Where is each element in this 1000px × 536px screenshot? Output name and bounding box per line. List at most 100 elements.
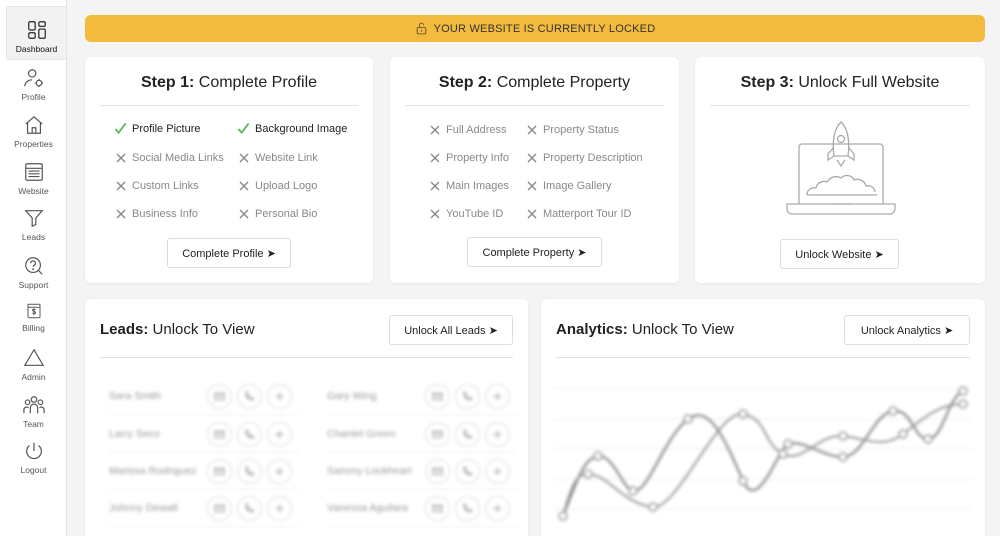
sidebar-item-website[interactable]: Website [0, 161, 67, 196]
complete-profile-button[interactable]: Complete Profile ➤ [167, 238, 291, 268]
sidebar-item-logout[interactable]: Logout [0, 440, 67, 475]
lead-actions [425, 495, 510, 521]
x-icon [237, 151, 250, 164]
phone-icon [455, 383, 480, 409]
row-divider [109, 489, 299, 490]
x-icon [114, 151, 127, 164]
chart-points [558, 386, 968, 521]
x-icon [237, 207, 250, 220]
mail-icon [207, 421, 232, 447]
x-icon [428, 179, 441, 192]
locked-banner: YOUR WEBSITE IS CURRENTLY LOCKED [85, 15, 985, 42]
lead-actions [425, 383, 510, 409]
sidebar-item-admin[interactable]: Admin [0, 347, 67, 382]
sidebar-item-billing[interactable]: Billing [0, 302, 67, 333]
checklist-item-label: Matterport Tour ID [543, 207, 632, 220]
lead-row: Sara Smith [109, 381, 292, 411]
checklist-item-label: Property Description [543, 151, 643, 164]
lead-row: Chantel Green [327, 419, 510, 449]
plus-icon [485, 458, 510, 484]
website-icon [24, 163, 43, 181]
plus-icon [267, 458, 292, 484]
unlock-website-button[interactable]: Unlock Website ➤ [780, 239, 899, 269]
checklist-item-image-gallery: Image Gallery [525, 179, 611, 192]
checklist-item-background-image: Background Image [237, 122, 347, 135]
x-icon [237, 179, 250, 192]
lead-row: Sammy Lockheart [327, 456, 510, 486]
checklist-item-matterport-tour-id: Matterport Tour ID [525, 207, 631, 220]
checklist-item-social-media-links: Social Media Links [114, 151, 224, 164]
lead-name: Gary Wing [327, 390, 377, 402]
mail-icon [425, 458, 450, 484]
divider [556, 357, 970, 358]
mail-icon [207, 495, 232, 521]
x-icon [525, 179, 538, 192]
sidebar-item-label: Support [18, 280, 49, 290]
row-divider [327, 526, 517, 527]
mail-icon [207, 458, 232, 484]
chart-line-2 [562, 403, 964, 517]
sidebar-item-label: Logout [20, 465, 47, 475]
lead-name: Sammy Lockheart [327, 465, 412, 477]
complete-property-button[interactable]: Complete Property ➤ [467, 237, 602, 267]
chart-gridlines [553, 388, 973, 510]
sidebar-item-profile[interactable]: Profile [0, 67, 67, 102]
lead-actions [207, 383, 292, 409]
mail-icon [425, 383, 450, 409]
team-icon [22, 396, 45, 414]
sidebar-item-leads[interactable]: Leads [0, 207, 67, 242]
checklist-item-label: Property Info [446, 151, 509, 164]
lead-actions [207, 458, 292, 484]
leads-card: Leads: Unlock To View Unlock All Leads ➤… [85, 299, 528, 536]
checklist-item-label: Full Address [446, 123, 507, 136]
lead-actions [425, 421, 510, 447]
rocket-laptop-icon [786, 121, 896, 215]
analytics-card: Analytics: Unlock To View Unlock Analyti… [541, 299, 985, 536]
plus-icon [267, 495, 292, 521]
analytics-title: Analytics: Unlock To View [556, 321, 734, 338]
triangle-icon [23, 348, 44, 366]
divider [405, 105, 664, 106]
x-icon [525, 207, 538, 220]
x-icon [525, 151, 538, 164]
row-divider [109, 526, 299, 527]
x-icon [114, 179, 127, 192]
row-divider [327, 452, 517, 453]
row-divider [327, 414, 517, 415]
checklist-item-business-info: Business Info [114, 207, 198, 220]
row-divider [327, 489, 517, 490]
checklist-item-label: YouTube ID [446, 207, 504, 220]
unlock-all-leads-button[interactable]: Unlock All Leads ➤ [389, 315, 513, 345]
lead-actions [207, 421, 292, 447]
checklist-item-label: Main Images [446, 179, 509, 192]
checklist-item-label: Image Gallery [543, 179, 612, 192]
lead-row: Vanessa Aguilara [327, 493, 510, 523]
unlock-analytics-button[interactable]: Unlock Analytics ➤ [844, 315, 970, 345]
checklist-item-property-status: Property Status [525, 123, 619, 136]
lead-row: Johnny Dewalt [109, 493, 292, 523]
sidebar-item-properties[interactable]: Properties [0, 114, 67, 149]
funnel-icon [23, 210, 44, 228]
banner-text: YOUR WEBSITE IS CURRENTLY LOCKED [433, 22, 656, 35]
checkmark-icon [237, 122, 250, 135]
chart-line-1 [561, 389, 964, 517]
checklist-item-full-address: Full Address [428, 123, 507, 136]
checklist-item-youtube-id: YouTube ID [428, 207, 503, 220]
unlock-icon [416, 22, 426, 35]
lead-name: Vanessa Aguilara [327, 502, 408, 514]
phone-icon [237, 421, 262, 447]
sidebar-item-support[interactable]: Support [0, 255, 67, 290]
checklist-item-label: Custom Links [132, 179, 199, 192]
support-icon [24, 257, 43, 275]
x-icon [525, 123, 538, 136]
sidebar-item-dashboard[interactable]: Dashboard [6, 6, 67, 60]
plus-icon [485, 495, 510, 521]
mail-icon [425, 421, 450, 447]
step1-card: Step 1: Complete Profile Profile Picture… [85, 57, 373, 283]
checklist-item-label: Background Image [255, 122, 348, 135]
dashboard-icon [27, 21, 46, 39]
sidebar-item-team[interactable]: Team [0, 394, 67, 429]
mail-icon [425, 495, 450, 521]
x-icon [428, 123, 441, 136]
phone-icon [455, 421, 480, 447]
